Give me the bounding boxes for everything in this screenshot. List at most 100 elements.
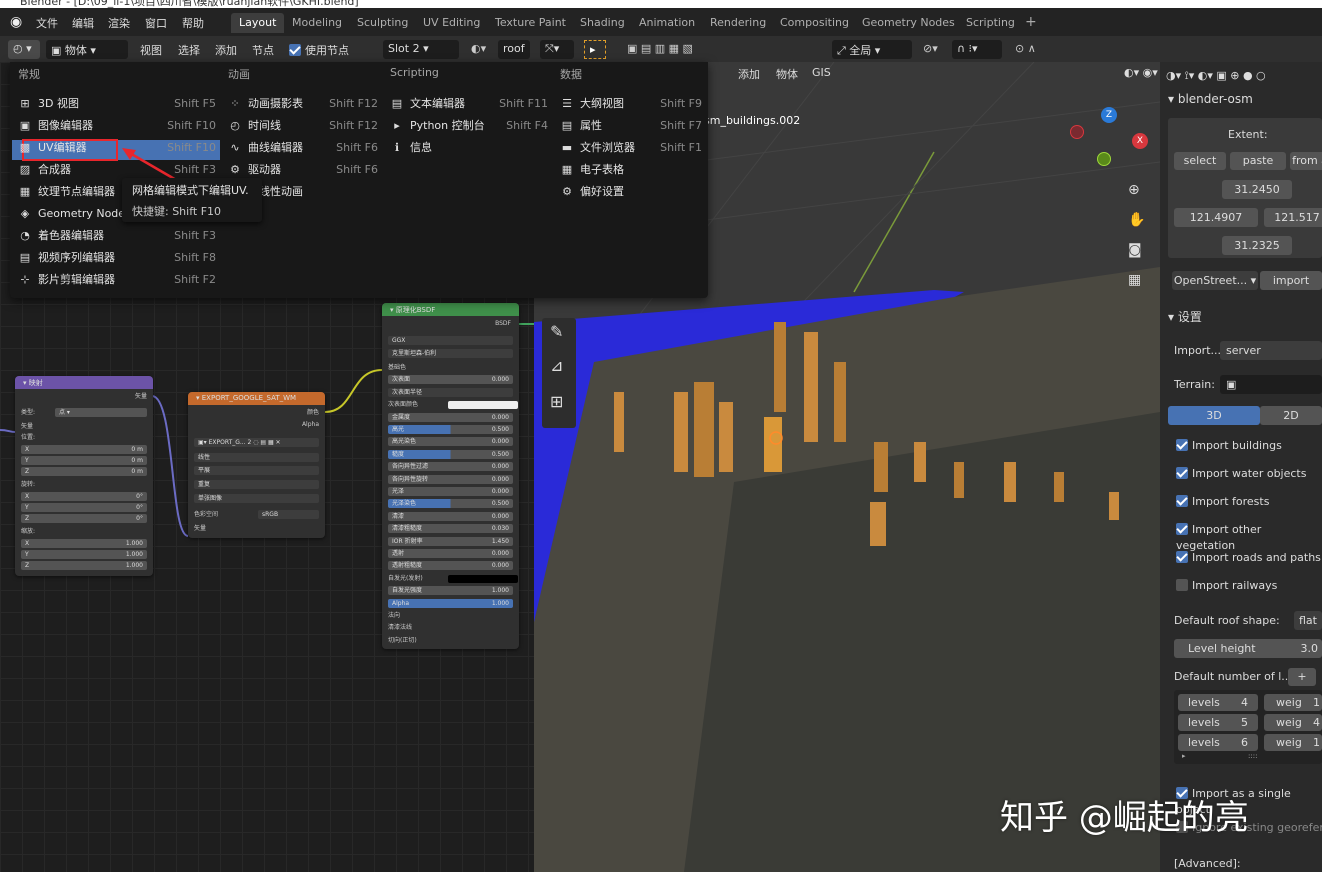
dd-item-0-4[interactable]: ▦ 纹理节点编辑器 [18,182,115,202]
tab-uv-editing[interactable]: UV Editing [415,13,488,33]
dd-item-3-4[interactable]: ⚙ 偏好设置 [560,182,624,202]
dd-item-1-1[interactable]: ◴ 时间线 [228,116,281,136]
proportional-edit-icon[interactable]: ⊙ ∧ [1010,40,1041,59]
bsdf-input-row[interactable]: 清漆粗糙度 0.030 [388,524,513,534]
menu-window[interactable]: 窗口 [145,15,167,31]
mapping-node-header[interactable]: ▾ 映射 [15,376,153,389]
gizmo-z-axis-icon[interactable]: Z [1101,107,1117,123]
mapping-rot-x[interactable]: X 0° [21,492,147,501]
tab-rendering[interactable]: Rendering [702,13,774,33]
mapping-rot-y[interactable]: Y 0° [21,503,147,512]
gizmo-neg-x-icon[interactable] [1070,125,1084,139]
dd-item-0-3[interactable]: ▨ 合成器 [18,160,71,180]
dd-item-0-0[interactable]: ⊞ 3D 视图 [18,94,79,114]
menu-edit[interactable]: 编辑 [72,15,94,31]
dd-item-1-2[interactable]: ∿ 曲线编辑器 [228,138,303,158]
bsdf-input-row[interactable]: 金属度 0.000 [388,412,513,422]
mapping-loc-z[interactable]: Z 0 m [21,467,147,476]
image-src-select[interactable]: 单张图像 [194,494,319,503]
bsdf-input-row[interactable]: 次表面 0.000 [388,375,513,385]
bsdf-input-row[interactable]: 透射粗糙度 0.000 [388,561,513,571]
editor-type-button[interactable]: ◴ ▾ [8,40,40,59]
dd-item-3-3[interactable]: ▦ 电子表格 [560,160,624,180]
annotate-tool-icon[interactable]: ✎ [550,322,563,341]
bsdf-input-row[interactable]: 高光 0.500 [388,425,513,434]
bsdf-distribution[interactable]: GGX [388,336,513,345]
slot-select[interactable]: Slot 2 ▾ [383,40,459,59]
dd-item-0-2[interactable]: ▩ UV编辑器 [18,138,87,158]
transform-gizmo-icon[interactable]: ⤧▾ [540,40,574,59]
menu-add[interactable]: 添加 [210,40,242,59]
viewport-shading-icons[interactable]: ◐▾ ◉▾ [1124,66,1158,79]
tab-compositing[interactable]: Compositing [772,13,857,33]
bsdf-subsurface-method[interactable]: 克里斯坦森-伯利 [388,349,513,358]
bsdf-input-row[interactable]: 光泽 0.000 [388,487,513,496]
extent-right-field[interactable]: 121.517 [1264,208,1322,227]
import-check-row[interactable]: Import forests [1176,494,1269,510]
extent-left-field[interactable]: 121.4907 [1174,208,1258,227]
mapping-rot-z[interactable]: Z 0° [21,514,147,523]
dd-item-3-1[interactable]: ▤ 属性 [560,116,602,136]
menu-file[interactable]: 文件 [36,15,58,31]
image-proj-select[interactable]: 平展 [194,466,319,475]
import-checkbox[interactable] [1176,579,1188,591]
measure-tool-icon[interactable]: ⊿ [550,356,563,375]
dd-item-0-6[interactable]: ◔ 着色器编辑器 [18,226,104,246]
import-checkbox[interactable] [1176,439,1188,451]
list-resize-handle[interactable]: :::: [1248,752,1257,760]
transform-orientation-select[interactable]: ⤢ 全局 ▾ [832,40,912,59]
bsdf-input-row[interactable]: 自发光强度 1.000 [388,586,513,596]
bsdf-color-swatch[interactable] [448,401,518,410]
mode-2d-button[interactable]: 2D [1260,406,1322,425]
dd-item-0-1[interactable]: ▣ 图像编辑器 [18,116,93,136]
import-checkbox[interactable] [1176,467,1188,479]
bsdf-input-row[interactable]: 高光染色 0.000 [388,437,513,447]
tab-layout[interactable]: Layout [231,13,285,33]
bsdf-node-header[interactable]: ▾ 原理化BSDF [382,303,519,316]
mapping-node[interactable]: ▾ 映射 矢量 类型: 点 ▾ 矢量 位置: X 0 m Y 0 m Z 0 m 旋转… [15,376,153,576]
bsdf-input-row[interactable]: 各向异性过滤 0.000 [388,462,513,472]
image-texture-node[interactable]: ▾ EXPORT_GOOGLE_SAT_WM 颜色 Alpha ▣▾ EXPOR… [188,392,325,538]
bsdf-input-row[interactable]: IOR 折射率 1.450 [388,536,513,546]
select-mode-icons[interactable]: ▣ ▤ ▥ ▦ ▧ [622,40,716,59]
menu-node[interactable]: 节点 [247,40,279,59]
perspective-grid-icon[interactable]: ▦ [1128,272,1141,288]
snap-icon[interactable]: ∩ ⁝▾ [952,40,1002,59]
image-node-header[interactable]: ▾ EXPORT_GOOGLE_SAT_WM [188,392,325,405]
menu-help[interactable]: 帮助 [182,15,204,31]
object-mode-select[interactable]: ▣ 物体 ▾ [46,40,128,59]
menu-render[interactable]: 渲染 [108,15,130,31]
dd-item-3-2[interactable]: ▬ 文件浏览器 [560,138,635,158]
import-check-row[interactable]: Import roads and paths [1176,550,1321,566]
tab-geometry-nodes[interactable]: Geometry Nodes [854,13,963,33]
from-button[interactable]: from a [1290,152,1322,170]
import-check-row[interactable]: Import railways [1176,578,1277,594]
gizmo-y-axis-icon[interactable] [1097,152,1111,166]
mapping-scale-y[interactable]: Y 1.000 [21,550,147,559]
dd-item-0-8[interactable]: ⊹ 影片剪辑编辑器 [18,270,115,290]
import-check-row[interactable]: Import buildings [1176,438,1282,454]
dd-item-1-3[interactable]: ⚙ 驱动器 [228,160,281,180]
add-cube-tool-icon[interactable]: ⊞ [550,392,563,411]
level-field[interactable]: levels 6 [1178,734,1258,751]
tab-sculpting[interactable]: Sculpting [349,13,416,33]
mapping-scale-z[interactable]: Z 1.000 [21,561,147,570]
vp-menu-object[interactable]: 物体 [776,66,798,82]
pan-hand-icon[interactable]: ✋ [1128,212,1145,228]
import-checkbox[interactable] [1176,495,1188,507]
import-check-row[interactable]: Import water objects [1176,466,1306,482]
menu-select[interactable]: 选择 [173,40,205,59]
select-button[interactable]: select [1174,152,1226,170]
gizmo-x-axis-icon[interactable]: X [1132,133,1148,149]
terrain-field[interactable]: ▣ [1220,375,1322,394]
bsdf-input-row[interactable]: 透射 0.000 [388,549,513,558]
bsdf-color-swatch[interactable] [448,574,518,583]
tab-shading[interactable]: Shading [572,13,633,33]
paste-button[interactable]: paste [1230,152,1286,170]
mapping-loc-x[interactable]: X 0 m [21,445,147,454]
tab-scripting[interactable]: Scripting [958,13,1023,33]
bsdf-input-row[interactable]: 光泽染色 0.500 [388,499,513,509]
select-tool-icon[interactable]: ▸ [584,40,606,59]
vp-menu-add[interactable]: 添加 [738,66,760,82]
import-checkbox[interactable] [1176,551,1188,563]
